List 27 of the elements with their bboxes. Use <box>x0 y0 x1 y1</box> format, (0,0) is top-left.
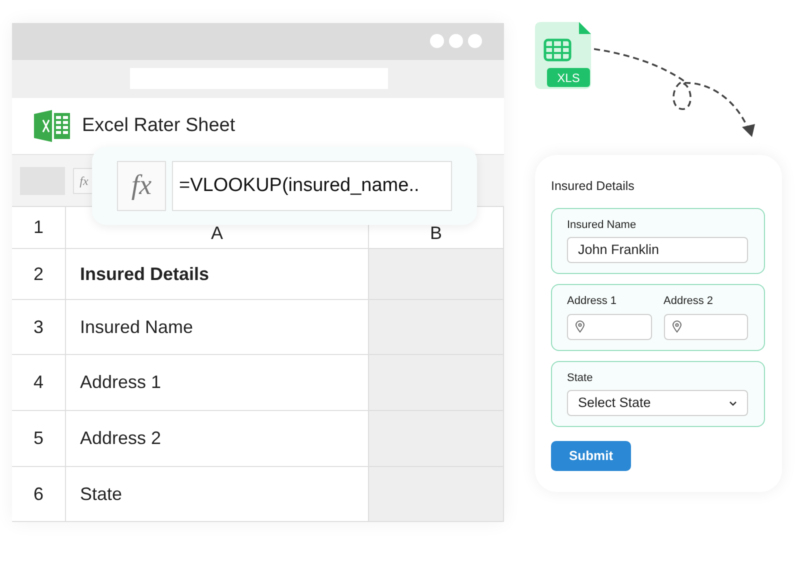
field-label: Address 1 <box>567 294 618 310</box>
spreadsheet-logo-icon <box>34 108 70 143</box>
form-title: Insured Details <box>551 178 636 195</box>
row-number: 1 <box>12 207 66 249</box>
sheet-title: Excel Rater Sheet <box>82 114 236 138</box>
field-label: Insured Name <box>567 218 638 233</box>
file-type-label: XLS <box>547 68 590 87</box>
window-control-dot[interactable] <box>449 34 463 48</box>
input-field[interactable]: John Franklin <box>567 237 748 264</box>
location-pin-icon <box>575 320 585 334</box>
input-field[interactable] <box>567 314 652 340</box>
row-number: 6 <box>12 467 66 522</box>
row-number: 3 <box>12 300 66 355</box>
window-control-dot[interactable] <box>430 34 444 48</box>
submit-button[interactable]: Submit <box>551 441 632 471</box>
chevron-down-icon <box>729 400 737 406</box>
formula-field[interactable]: =VLOOKUP(insured_name.. <box>172 161 452 211</box>
row-number: 4 <box>12 355 66 411</box>
formula-button[interactable]: fx <box>117 161 166 211</box>
window-control-dot[interactable] <box>468 34 482 48</box>
field-label: Address 2 <box>664 294 714 310</box>
row-number: 2 <box>12 249 66 300</box>
input-field[interactable] <box>664 314 748 340</box>
row-number: 5 <box>12 411 66 467</box>
select-field[interactable]: Select State <box>567 390 748 416</box>
location-pin-icon <box>672 320 682 334</box>
field-label: State <box>567 370 594 386</box>
